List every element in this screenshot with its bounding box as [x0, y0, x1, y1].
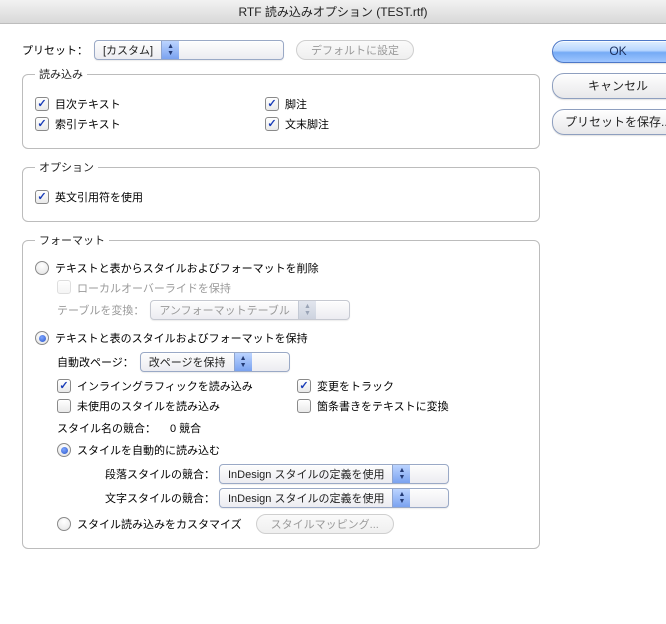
- ok-button[interactable]: OK: [552, 40, 666, 63]
- style-mapping-button: スタイルマッピング...: [256, 514, 394, 534]
- char-conflict-select[interactable]: InDesign スタイルの定義を使用 ▲▼: [219, 488, 449, 508]
- style-conflicts-value: 0 競合: [170, 420, 201, 436]
- import-group: 読み込み ✓ 目次テキスト ✓ 脚注 ✓ 索引テキスト ✓ 文末脚注: [22, 66, 540, 149]
- typographers-quotes-label: 英文引用符を使用: [55, 189, 143, 205]
- endnotes-checkbox[interactable]: ✓: [265, 117, 279, 131]
- endnotes-label: 文末脚注: [285, 116, 329, 132]
- preserve-local-label: ローカルオーバーライドを保持: [77, 280, 231, 296]
- updown-icon: ▲▼: [234, 353, 252, 371]
- index-text-label: 索引テキスト: [55, 116, 121, 132]
- updown-icon: ▲▼: [392, 465, 410, 483]
- para-conflict-value: InDesign スタイルの定義を使用: [220, 465, 392, 483]
- preset-select-value: [カスタム]: [95, 41, 161, 59]
- auto-import-styles-label: スタイルを自動的に読み込む: [77, 442, 220, 458]
- updown-icon: ▲▼: [161, 41, 179, 59]
- cancel-button[interactable]: キャンセル: [552, 73, 666, 99]
- remove-styles-label: テキストと表からスタイルおよびフォーマットを削除: [55, 260, 319, 276]
- footnotes-checkbox[interactable]: ✓: [265, 97, 279, 111]
- pagebreaks-select[interactable]: 改ページを保持 ▲▼: [140, 352, 290, 372]
- save-preset-button[interactable]: プリセットを保存...: [552, 109, 666, 135]
- para-conflict-label: 段落スタイルの競合：: [85, 466, 215, 482]
- para-conflict-select[interactable]: InDesign スタイルの定義を使用 ▲▼: [219, 464, 449, 484]
- toc-text-checkbox[interactable]: ✓: [35, 97, 49, 111]
- format-legend: フォーマット: [35, 232, 109, 248]
- bullets-to-text-checkbox[interactable]: [297, 399, 311, 413]
- options-group: オプション ✓ 英文引用符を使用: [22, 159, 540, 222]
- preset-select[interactable]: [カスタム] ▲▼: [94, 40, 284, 60]
- preset-label: プリセット：: [22, 42, 88, 58]
- char-conflict-label: 文字スタイルの競合：: [85, 490, 215, 506]
- customize-import-radio[interactable]: [57, 517, 71, 531]
- style-conflicts-label: スタイル名の競合：: [57, 420, 156, 436]
- pagebreaks-label: 自動改ページ：: [57, 354, 134, 370]
- convert-tables-label: テーブルを変換：: [57, 302, 144, 318]
- convert-tables-select: アンフォーマットテーブル ▲▼: [150, 300, 350, 320]
- unused-styles-checkbox[interactable]: [57, 399, 71, 413]
- unused-styles-label: 未使用のスタイルを読み込み: [77, 398, 220, 414]
- preserve-styles-label: テキストと表のスタイルおよびフォーマットを保持: [55, 330, 308, 346]
- auto-import-styles-radio[interactable]: [57, 443, 71, 457]
- index-text-checkbox[interactable]: ✓: [35, 117, 49, 131]
- footnotes-label: 脚注: [285, 96, 307, 112]
- track-changes-checkbox[interactable]: ✓: [297, 379, 311, 393]
- set-default-button: デフォルトに設定: [296, 40, 414, 60]
- pagebreaks-value: 改ページを保持: [141, 353, 234, 371]
- customize-import-label: スタイル読み込みをカスタマイズ: [77, 516, 242, 532]
- track-changes-label: 変更をトラック: [317, 378, 394, 394]
- inline-graphics-label: インライングラフィックを読み込み: [77, 378, 253, 394]
- window-title: RTF 読み込みオプション (TEST.rtf): [0, 0, 666, 24]
- remove-styles-radio[interactable]: [35, 261, 49, 275]
- convert-tables-value: アンフォーマットテーブル: [151, 301, 298, 319]
- updown-icon: ▲▼: [298, 301, 316, 319]
- toc-text-label: 目次テキスト: [55, 96, 121, 112]
- options-legend: オプション: [35, 159, 98, 175]
- typographers-quotes-checkbox[interactable]: ✓: [35, 190, 49, 204]
- import-legend: 読み込み: [35, 66, 87, 82]
- preserve-local-checkbox: [57, 280, 71, 294]
- inline-graphics-checkbox[interactable]: ✓: [57, 379, 71, 393]
- updown-icon: ▲▼: [392, 489, 410, 507]
- format-group: フォーマット テキストと表からスタイルおよびフォーマットを削除 ローカルオーバー…: [22, 232, 540, 549]
- char-conflict-value: InDesign スタイルの定義を使用: [220, 489, 392, 507]
- preserve-styles-radio[interactable]: [35, 331, 49, 345]
- bullets-to-text-label: 箇条書きをテキストに変換: [317, 398, 449, 414]
